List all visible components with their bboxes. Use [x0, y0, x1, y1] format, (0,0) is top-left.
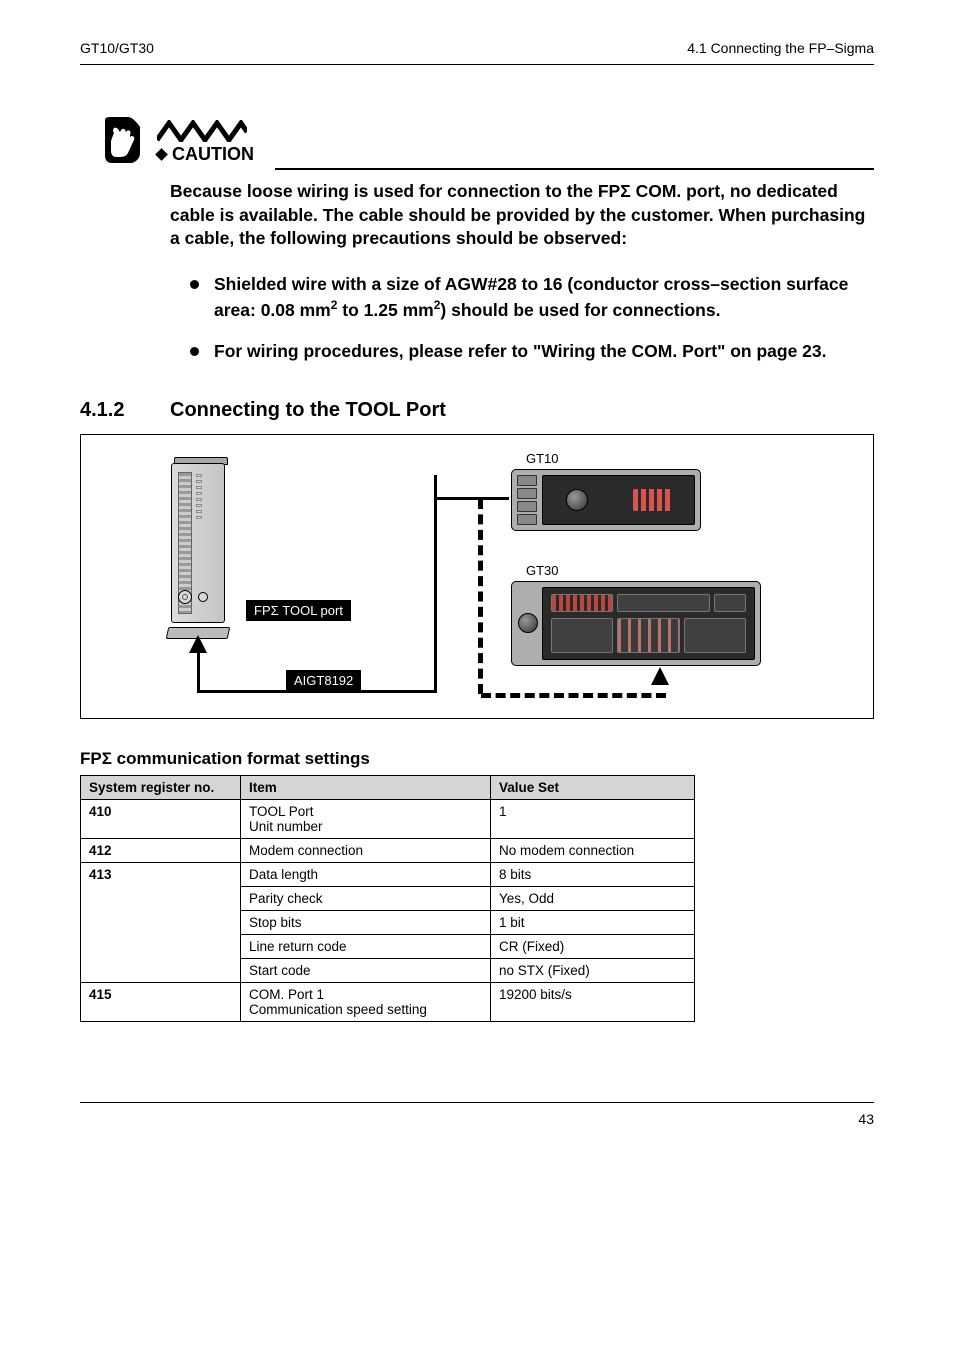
caution-hand-icon — [100, 115, 145, 165]
col-item: Item — [241, 775, 491, 799]
gt30-label: GT30 — [526, 563, 559, 578]
page-container: GT10/GT30 4.1 Connecting the FP–Sigma CA… — [0, 0, 954, 1157]
cable-label: AIGT8192 — [286, 670, 361, 691]
header-left: GT10/GT30 — [80, 40, 154, 56]
section-title: Connecting to the TOOL Port — [170, 399, 446, 421]
zigzag-icon — [157, 120, 247, 142]
caution-label: CAUTION — [172, 144, 254, 165]
gt30-device-graphic — [511, 581, 761, 666]
caution-header: CAUTION — [100, 115, 874, 165]
caution-bullet-list: Shielded wire with a size of AGW#28 to 1… — [190, 273, 874, 364]
page-footer: 43 — [80, 1102, 874, 1127]
table-row: 413 Data length 8 bits — [81, 862, 695, 886]
page-header: GT10/GT30 4.1 Connecting the FP–Sigma — [80, 40, 874, 56]
bullet-item: Shielded wire with a size of AGW#28 to 1… — [190, 273, 874, 322]
settings-table: System register no. Item Value Set 410 T… — [80, 775, 695, 1022]
caution-rule-wrap — [100, 168, 874, 170]
tool-port-label: FPΣ TOOL port — [246, 600, 351, 621]
gt10-label: GT10 — [526, 451, 559, 466]
dashed-line-vertical — [478, 499, 483, 694]
col-register: System register no. — [81, 775, 241, 799]
connector-line-horizontal — [437, 497, 509, 500]
page-number: 43 — [858, 1111, 874, 1127]
diamond-icon — [155, 148, 168, 161]
plc-unit-graphic — [171, 463, 231, 631]
caution-intro-text: Because loose wiring is used for connect… — [170, 180, 874, 251]
arrow-up-icon — [189, 635, 207, 653]
caution-title-wrapper: CAUTION — [157, 120, 254, 165]
gt10-device-graphic — [511, 469, 701, 531]
header-right: 4.1 Connecting the FP–Sigma — [687, 40, 874, 56]
bullet-text: For wiring procedures, please refer to "… — [214, 340, 827, 364]
bullet-icon — [190, 280, 199, 289]
caution-block: CAUTION Because loose wiring is used for… — [100, 115, 874, 364]
header-rule — [80, 64, 874, 65]
connector-line-vertical — [434, 475, 437, 693]
section-heading: 4.1.2Connecting to the TOOL Port — [80, 399, 874, 422]
section-number: 4.1.2 — [80, 399, 170, 422]
col-value: Value Set — [491, 775, 695, 799]
cell-item: COM. Port 1 Communication speed setting — [241, 982, 491, 1021]
bullet-text: Shielded wire with a size of AGW#28 to 1… — [214, 273, 874, 322]
table-row: 415 COM. Port 1 Communication speed sett… — [81, 982, 695, 1021]
table-header-row: System register no. Item Value Set — [81, 775, 695, 799]
dashed-line-horizontal — [481, 693, 666, 698]
connection-diagram: FPΣ TOOL port AIGT8192 GT10 GT30 — [80, 434, 874, 719]
table-heading: FPΣ communication format settings — [80, 749, 874, 769]
table-row: 410 TOOL Port Unit number 1 — [81, 799, 695, 838]
table-row: 412 Modem connection No modem connection — [81, 838, 695, 862]
cell-item: TOOL Port Unit number — [241, 799, 491, 838]
caution-rule — [275, 168, 874, 170]
table-body: 410 TOOL Port Unit number 1 412 Modem co… — [81, 799, 695, 1021]
caution-label-row: CAUTION — [157, 144, 254, 165]
arrow-up-icon — [651, 667, 669, 685]
bullet-icon — [190, 347, 199, 356]
bullet-item: For wiring procedures, please refer to "… — [190, 340, 874, 364]
